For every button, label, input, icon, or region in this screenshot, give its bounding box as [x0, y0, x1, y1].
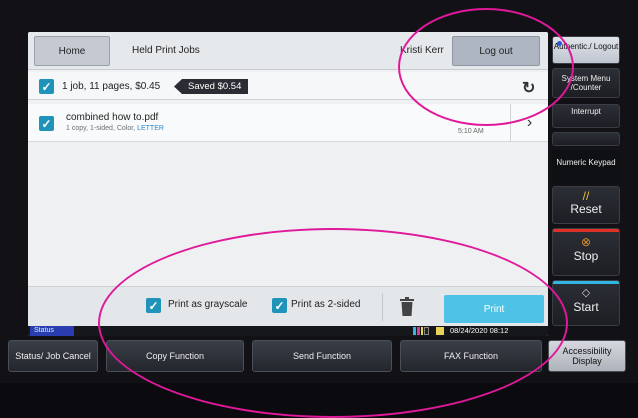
stop-key-label: Stop	[573, 249, 599, 263]
reset-icon: //	[582, 189, 590, 203]
status-job-cancel-key[interactable]: Status/ Job Cancel	[8, 340, 98, 372]
printer-panel: Home Held Print Jobs Kristi Kerr Log out…	[0, 0, 638, 418]
numeric-keypad-key[interactable]: Numeric Keypad	[552, 150, 620, 184]
job-time: 5:10 AM	[458, 128, 484, 135]
reset-key-label: Reset	[570, 202, 602, 216]
page-title: Held Print Jobs	[132, 45, 200, 56]
job-name: combined how to.pdf	[66, 112, 159, 123]
paper-size: LETTER	[137, 125, 164, 132]
select-all-checkbox[interactable]: ✓	[39, 79, 54, 94]
savings-badge: Saved $0.54	[174, 79, 249, 94]
reset-key[interactable]: // Reset	[552, 186, 620, 224]
status-label: Status	[30, 326, 74, 336]
job-summary: 1 job, 11 pages, $0.45	[62, 81, 161, 92]
interrupt-key-label: Interrupt	[571, 107, 601, 116]
stop-key[interactable]: ⊗ Stop	[552, 228, 620, 276]
home-button[interactable]: Home	[34, 36, 110, 66]
blank-key[interactable]	[552, 132, 620, 146]
job-checkbox[interactable]: ✓	[39, 116, 54, 131]
interrupt-key[interactable]: Interrupt	[552, 104, 620, 128]
job-settings: 1 copy, 1-sided, Color,	[66, 125, 138, 132]
numeric-key-label: Numeric Keypad	[556, 158, 616, 167]
highlight-ellipse-bottom	[98, 228, 568, 418]
job-detail: 1 copy, 1-sided, Color, LETTER	[66, 125, 164, 132]
stop-icon: ⊗	[580, 235, 592, 249]
highlight-ellipse-top	[398, 8, 574, 126]
